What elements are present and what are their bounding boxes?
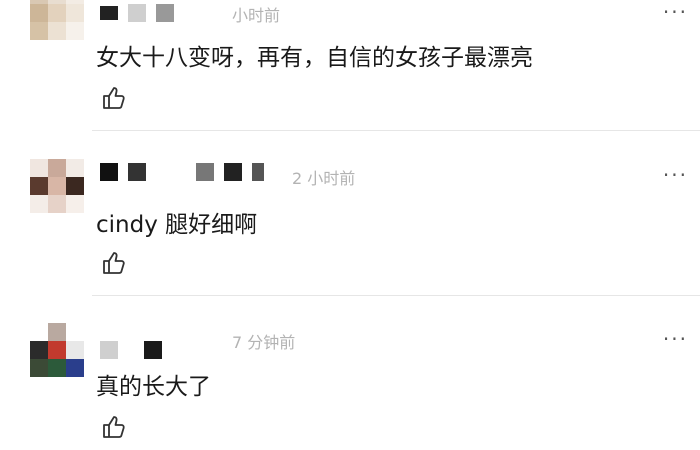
divider <box>92 130 700 131</box>
avatar[interactable] <box>30 159 84 213</box>
divider <box>92 295 700 296</box>
comment-text: 真的长大了 <box>96 374 211 400</box>
thumbs-up-icon[interactable] <box>100 84 128 112</box>
comment-time: 小时前 <box>232 6 281 25</box>
avatar[interactable] <box>30 323 84 377</box>
more-options-icon[interactable]: ··· <box>663 165 688 185</box>
more-options-icon[interactable]: ··· <box>663 2 688 22</box>
comment-time: 7 分钟前 <box>232 333 296 352</box>
comment-item: 小时前 ··· 女大十八变呀，再有，自信的女孩子最漂亮 <box>0 0 700 135</box>
comment-item: 2 小时前 ··· cindy 腿好细啊 <box>0 135 700 297</box>
more-options-icon[interactable]: ··· <box>663 329 688 349</box>
comment-time: 2 小时前 <box>292 169 356 188</box>
comment-text: 女大十八变呀，再有，自信的女孩子最漂亮 <box>96 45 533 71</box>
username-redacted[interactable] <box>100 163 264 181</box>
thumbs-up-icon[interactable] <box>100 249 128 277</box>
thumbs-up-icon[interactable] <box>100 413 128 441</box>
username-redacted[interactable] <box>100 4 174 22</box>
username-redacted[interactable] <box>100 341 162 359</box>
comment-item: 7 分钟前 ··· 真的长大了 <box>0 297 700 450</box>
comment-text: cindy 腿好细啊 <box>96 212 258 238</box>
avatar[interactable] <box>30 0 84 40</box>
